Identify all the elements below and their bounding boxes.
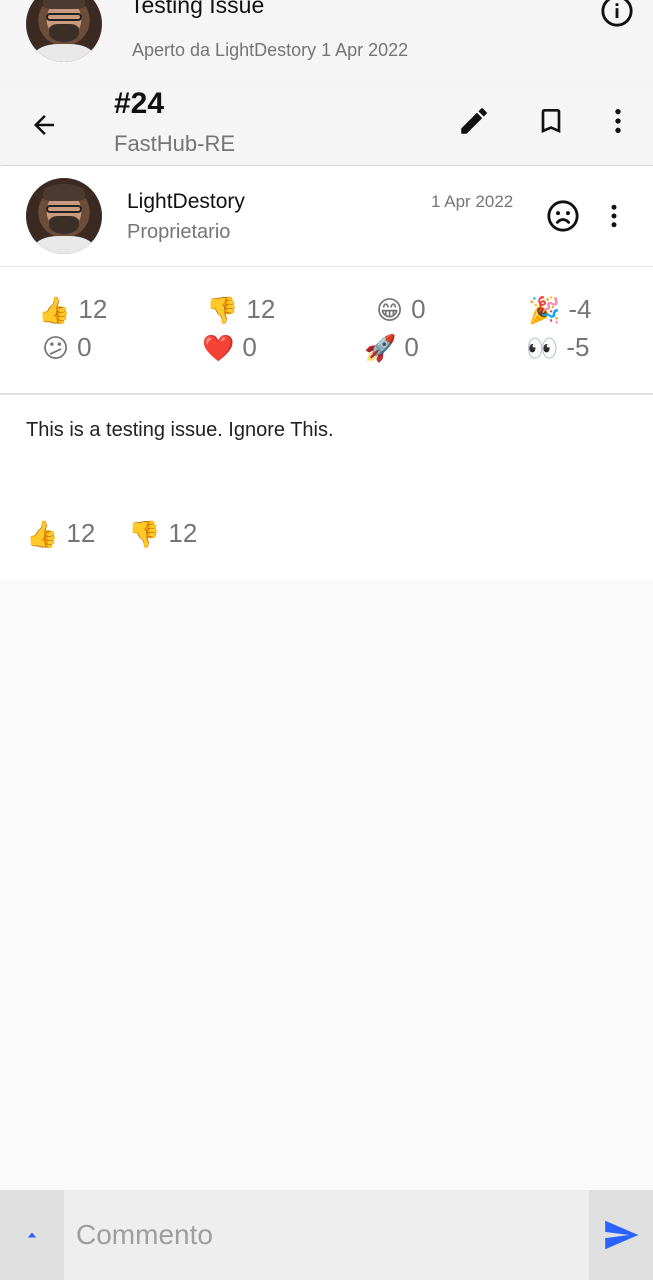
divider bbox=[0, 266, 653, 267]
author-avatar[interactable] bbox=[26, 0, 102, 62]
issue-subtitle: Aperto da LightDestory 1 Apr 2022 bbox=[132, 40, 409, 60]
bookmark-button[interactable] bbox=[527, 97, 575, 145]
comment-body: This is a testing issue. Ignore This. bbox=[26, 419, 334, 441]
issue-title: Testing Issue bbox=[130, 0, 265, 18]
pencil-icon bbox=[461, 108, 487, 134]
reaction-count: 12 bbox=[246, 294, 276, 324]
more-vert-icon bbox=[615, 109, 621, 133]
eyes-icon: 👀 bbox=[526, 332, 559, 363]
expand-editor-button[interactable] bbox=[0, 1190, 64, 1280]
rocket-icon: 🚀 bbox=[364, 332, 397, 363]
reaction-eyes[interactable]: 👀 -5 bbox=[526, 332, 590, 363]
reaction-count: 0 bbox=[404, 332, 419, 362]
add-reaction-button[interactable] bbox=[543, 196, 583, 236]
heart-icon: ❤️ bbox=[202, 332, 235, 363]
repo-name[interactable]: FastHub-RE bbox=[114, 131, 235, 157]
reaction-count: -5 bbox=[566, 332, 590, 362]
toolbar: #24 FastHub-RE bbox=[0, 85, 653, 165]
comment-date: 1 Apr 2022 bbox=[431, 192, 514, 211]
hooray-icon: 🎉 bbox=[528, 294, 561, 325]
thumbs-down-icon: 👎 bbox=[128, 518, 161, 549]
more-options-button[interactable] bbox=[594, 97, 642, 145]
reaction-hooray[interactable]: 🎉 -4 bbox=[528, 294, 592, 325]
smiley-icon bbox=[547, 200, 579, 232]
comment-composer bbox=[0, 1190, 653, 1280]
back-button[interactable] bbox=[20, 101, 68, 149]
comment-more-button[interactable] bbox=[594, 196, 634, 236]
issue-number: #24 bbox=[114, 87, 165, 120]
summary-reaction-thumbs-up[interactable]: 👍 12 bbox=[26, 518, 95, 549]
thumbs-down-icon: 👎 bbox=[206, 294, 239, 325]
edit-button[interactable] bbox=[450, 97, 498, 145]
send-icon bbox=[605, 1220, 639, 1250]
thumbs-up-icon: 👍 bbox=[38, 294, 71, 325]
laugh-icon: 😁 bbox=[376, 294, 404, 325]
reaction-thumbs-up[interactable]: 👍 12 bbox=[38, 294, 107, 325]
reaction-thumbs-down[interactable]: 👎 12 bbox=[206, 294, 275, 325]
send-button[interactable] bbox=[589, 1190, 653, 1280]
confused-icon: 😕 bbox=[42, 332, 70, 363]
comment-author[interactable]: LightDestory bbox=[127, 190, 245, 214]
reaction-count: 12 bbox=[78, 294, 108, 324]
reaction-count: 12 bbox=[168, 518, 198, 548]
bookmark-icon bbox=[541, 109, 561, 133]
arrow-up-icon bbox=[27, 1232, 37, 1238]
reaction-count: 0 bbox=[411, 294, 426, 324]
thumbs-up-icon: 👍 bbox=[26, 518, 59, 549]
issue-header: Testing Issue Aperto da LightDestory 1 A… bbox=[0, 0, 653, 85]
arrow-back-icon bbox=[34, 115, 54, 135]
summary-reaction-thumbs-down[interactable]: 👎 12 bbox=[128, 518, 197, 549]
info-icon[interactable] bbox=[600, 0, 634, 28]
reaction-count: 0 bbox=[242, 332, 257, 362]
reaction-heart[interactable]: ❤️ 0 bbox=[202, 332, 257, 363]
comment-author-avatar[interactable] bbox=[26, 178, 102, 254]
reaction-count: 0 bbox=[77, 332, 92, 362]
reaction-laugh[interactable]: 😁 0 bbox=[376, 294, 426, 325]
reaction-rocket[interactable]: 🚀 0 bbox=[364, 332, 419, 363]
issue-comment-card: LightDestory Proprietario 1 Apr 2022 👍 1… bbox=[0, 166, 653, 579]
comment-input[interactable] bbox=[64, 1190, 589, 1280]
author-role: Proprietario bbox=[127, 221, 231, 243]
reaction-count: 12 bbox=[66, 518, 96, 548]
divider bbox=[0, 393, 653, 395]
reaction-confused[interactable]: 😕 0 bbox=[42, 332, 92, 363]
more-vert-icon bbox=[611, 204, 617, 228]
reaction-count: -4 bbox=[568, 294, 592, 324]
